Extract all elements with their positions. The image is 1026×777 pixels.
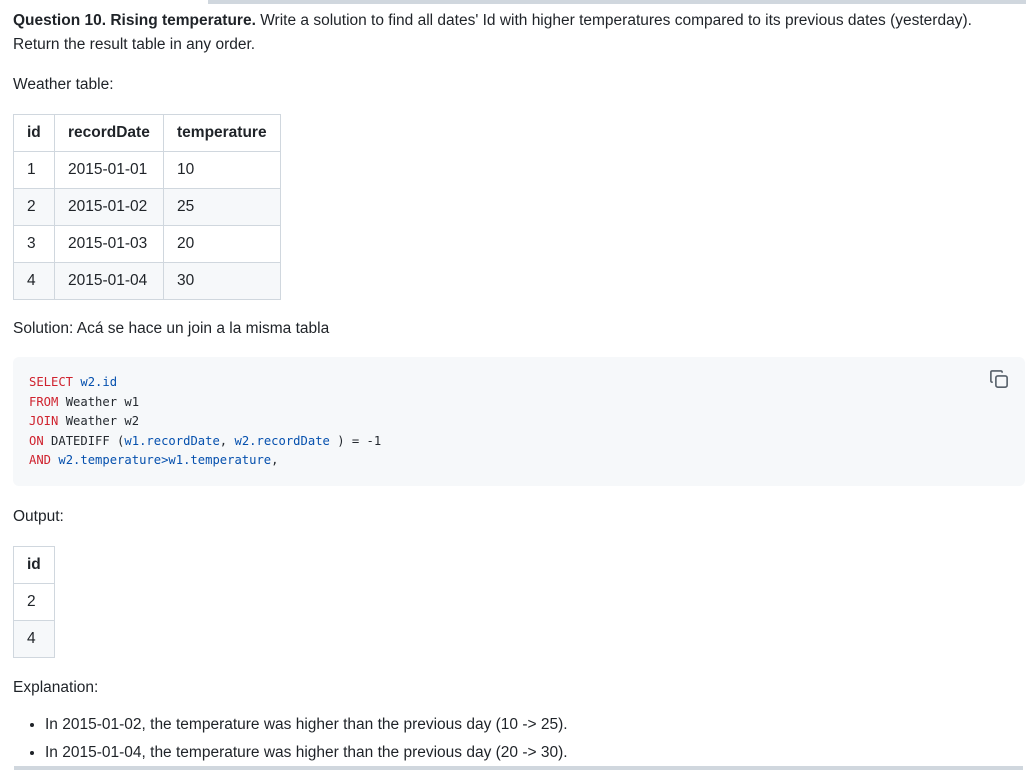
col-header-id: id — [13, 114, 55, 152]
list-item: In 2015-01-04, the temperature was highe… — [45, 741, 1013, 765]
bottom-divider — [14, 766, 1023, 770]
article-content: Question 10. Rising temperature. Write a… — [13, 9, 1025, 769]
cell-recorddate: 2015-01-02 — [54, 188, 164, 226]
question-title: Question 10. Rising temperature. — [13, 12, 256, 29]
code-keyword: JOIN — [29, 414, 59, 429]
code-text: DATEDIFF ( — [43, 433, 125, 448]
code-identifier: w1.recordDate — [124, 433, 220, 448]
code-text: , — [219, 433, 235, 448]
list-item: In 2015-01-02, the temperature was highe… — [45, 713, 1013, 737]
code-keyword: FROM — [29, 394, 59, 409]
table-row: 3 2015-01-03 20 — [13, 225, 281, 263]
cell-id: 4 — [13, 620, 55, 658]
code-identifier: w2.temperature>w1.temperature — [58, 453, 272, 468]
cell-id: 1 — [13, 151, 55, 189]
copy-button[interactable] — [989, 369, 1009, 389]
code-text: Weather w1 — [58, 394, 140, 409]
cell-temperature: 20 — [163, 225, 281, 263]
weather-table-label: Weather table: — [13, 76, 114, 93]
top-divider — [208, 0, 1026, 4]
code-identifier: w2.recordDate — [234, 433, 330, 448]
code-keyword: ON — [29, 433, 44, 448]
output-table: id 2 4 — [13, 546, 55, 658]
table-header-row: id recordDate temperature — [13, 114, 281, 152]
table-row: 1 2015-01-01 10 — [13, 151, 281, 189]
output-label: Output: — [13, 508, 64, 525]
code-block[interactable]: SELECT w2.id FROM Weather w1 JOIN Weathe… — [13, 357, 1025, 486]
table-row: 4 2015-01-04 30 — [13, 262, 281, 300]
explanation-list: In 2015-01-02, the temperature was highe… — [13, 713, 1013, 765]
cell-recorddate: 2015-01-04 — [54, 262, 164, 300]
table-row: 4 — [13, 620, 55, 658]
table-header-row: id — [13, 546, 55, 584]
cell-id: 2 — [13, 188, 55, 226]
table-row: 2 2015-01-02 25 — [13, 188, 281, 226]
code-identifier: w2.id — [80, 375, 118, 389]
copy-icon — [990, 370, 1008, 388]
cell-recorddate: 2015-01-03 — [54, 225, 164, 263]
question-paragraph: Question 10. Rising temperature. Write a… — [13, 9, 1013, 57]
table-row: 2 — [13, 583, 55, 621]
weather-table: id recordDate temperature 1 2015-01-01 1… — [13, 114, 281, 300]
code-text: Weather w2 — [58, 414, 140, 429]
cell-id: 2 — [13, 583, 55, 621]
cell-temperature: 30 — [163, 262, 281, 300]
code-text: , — [271, 453, 279, 468]
code-text: ) = -1 — [329, 433, 382, 448]
cell-id: 3 — [13, 225, 55, 263]
col-header-temperature: temperature — [163, 114, 281, 152]
code-keyword: SELECT — [29, 375, 74, 389]
col-header-recorddate: recordDate — [54, 114, 164, 152]
cell-temperature: 10 — [163, 151, 281, 189]
cell-temperature: 25 — [163, 188, 281, 226]
col-header-id: id — [13, 546, 55, 584]
cell-recorddate: 2015-01-01 — [54, 151, 164, 189]
cell-id: 4 — [13, 262, 55, 300]
code-content[interactable]: SELECT w2.id FROM Weather w1 JOIN Weathe… — [29, 373, 1009, 471]
solution-label: Solution: Acá se hace un join a la misma… — [13, 320, 330, 337]
code-keyword: AND — [29, 453, 52, 468]
explanation-label: Explanation: — [13, 679, 99, 696]
